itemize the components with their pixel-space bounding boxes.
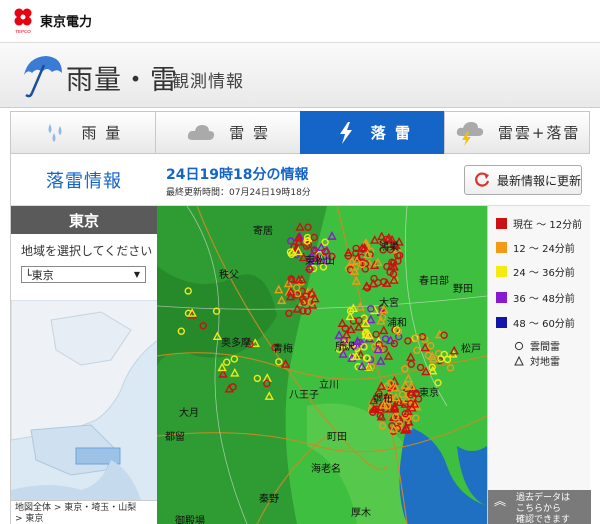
tab-rainfall[interactable]: 雨 量 bbox=[10, 111, 155, 154]
tab-cloud-and-strike-label: 雷雲+落雷 bbox=[497, 124, 581, 142]
chevron-up-icon: ︽ bbox=[494, 494, 507, 508]
map-label: 寄居 bbox=[253, 226, 273, 237]
tepco-logo-icon[interactable]: TEPCO bbox=[12, 7, 34, 35]
region-select[interactable]: └東京 ▼ bbox=[21, 266, 146, 283]
left-panel: 落雷情報 東京 地域を選択してください └東京 ▼ 地図全体 > 東京・埼玉・山… bbox=[10, 154, 158, 524]
legend-label: 雲間雷 bbox=[530, 342, 560, 353]
legend-item: 48 ～ 60分前 bbox=[496, 315, 575, 330]
map-label: 八王子 bbox=[289, 390, 319, 401]
legend-panel: 現在 ～ 12分前 12 ～ 24分前 24 ～ 36分前 36 ～ 48分前 … bbox=[487, 206, 591, 524]
last-updated: 最終更新時間：07月24日19時18分 bbox=[166, 188, 311, 198]
legend-label: 対地雷 bbox=[530, 357, 560, 368]
legend-label: 現在 ～ 12分前 bbox=[513, 220, 583, 231]
tab-thundercloud-label: 雷 雲 bbox=[229, 124, 271, 142]
tab-cloud-and-strike[interactable]: 雷雲+落雷 bbox=[444, 111, 590, 154]
page-subtitle: 観測情報 bbox=[172, 72, 244, 92]
breadcrumb[interactable]: 地図全体 > 東京・埼玉・山梨 > 東京 bbox=[11, 500, 158, 524]
legend-swatch bbox=[496, 266, 507, 277]
legend-label: 12 ～ 24分前 bbox=[513, 244, 575, 255]
map-label: 秦野 bbox=[259, 494, 279, 505]
brand-bar: TEPCO 東京電力 bbox=[0, 0, 600, 42]
legend-label: 36 ～ 48分前 bbox=[513, 294, 575, 305]
refresh-label: 最新情報に更新 bbox=[497, 173, 582, 188]
map-label: 調布 bbox=[373, 394, 393, 405]
info-title: 24日19時18分の情報 bbox=[166, 167, 309, 183]
map-label: 大宮 bbox=[379, 298, 399, 309]
legend-item: 対地雷 bbox=[514, 353, 560, 368]
umbrella-icon bbox=[24, 56, 62, 98]
refresh-icon bbox=[475, 172, 490, 187]
section-title: 落雷情報 bbox=[11, 154, 157, 206]
legend-label: 24 ～ 36分前 bbox=[513, 268, 575, 279]
legend-item: 36 ～ 48分前 bbox=[496, 290, 575, 305]
tab-bar: 雨 量 雷 雲 落 雷 雷雲+落雷 bbox=[10, 111, 590, 154]
circle-marker-icon bbox=[514, 341, 524, 350]
past-data-text-3: 確認できます bbox=[516, 515, 571, 524]
triangle-marker-icon bbox=[514, 355, 524, 365]
dropdown-arrow-icon: ▼ bbox=[133, 270, 140, 279]
tab-lightning-strike[interactable]: 落 雷 bbox=[299, 111, 445, 154]
map-label: 厚木 bbox=[351, 508, 371, 519]
tepco-logo-text: TEPCO bbox=[15, 29, 31, 34]
map-label: 所沢 bbox=[335, 342, 355, 353]
tab-rainfall-label: 雨 量 bbox=[81, 124, 123, 142]
legend-swatch bbox=[496, 317, 507, 328]
tab-thundercloud[interactable]: 雷 雲 bbox=[154, 111, 300, 154]
region-select-value: └東京 bbox=[25, 268, 54, 282]
cloud-icon bbox=[188, 124, 215, 140]
tab-lightning-strike-label: 落 雷 bbox=[370, 124, 412, 142]
minimap-shapes bbox=[11, 300, 158, 524]
legend-item: 12 ～ 24分前 bbox=[496, 240, 575, 255]
legend-item: 24 ～ 36分前 bbox=[496, 264, 575, 279]
map-label: 東京 bbox=[419, 388, 439, 399]
brand-name[interactable]: 東京電力 bbox=[40, 11, 92, 30]
raindrops-icon bbox=[48, 123, 62, 142]
map-label: 海老名 bbox=[311, 464, 341, 475]
past-data-text-2: こちらから bbox=[516, 504, 562, 514]
map-label: 奥多摩 bbox=[221, 338, 251, 349]
map-label: 松戸 bbox=[461, 344, 481, 355]
map-label: 都留 bbox=[165, 432, 185, 443]
legend-item: 雲間雷 bbox=[514, 338, 560, 353]
map-label: 立川 bbox=[319, 380, 339, 391]
lightning-icon bbox=[339, 121, 352, 144]
legend-swatch bbox=[496, 242, 507, 253]
storm-cloud-icon bbox=[456, 121, 483, 146]
region-header: 東京 bbox=[11, 206, 157, 234]
info-header: 24日19時18分の情報 最終更新時間：07月24日19時18分 最新情報に更新 bbox=[157, 154, 590, 206]
map-label: 浦和 bbox=[387, 318, 407, 329]
map-label: 青梅 bbox=[273, 344, 293, 355]
past-data-link[interactable]: ︽ 過去データは こちらから 確認できます bbox=[488, 490, 591, 524]
legend-item: 現在 ～ 12分前 bbox=[496, 216, 582, 231]
past-data-text-1: 過去データは bbox=[516, 493, 571, 503]
map-label: 野田 bbox=[453, 284, 473, 295]
map-label: 秩父 bbox=[219, 270, 239, 281]
map-label: 大月 bbox=[179, 408, 199, 419]
legend-swatch bbox=[496, 218, 507, 229]
lightning-map[interactable]: 寄居 秩父 東松山 鴻巣 大宮 春日部 野田 浦和 奥多摩 青梅 所沢 松戸 立… bbox=[157, 206, 487, 524]
legend-label: 48 ～ 60分前 bbox=[513, 319, 575, 330]
region-minimap[interactable]: 地図全体 > 東京・埼玉・山梨 > 東京 bbox=[11, 300, 158, 524]
map-label: 御殿場 bbox=[175, 516, 205, 524]
page-title: 雨量・雷 bbox=[66, 65, 178, 96]
map-label: 町田 bbox=[327, 432, 347, 443]
legend-swatch bbox=[496, 292, 507, 303]
region-prompt: 地域を選択してください bbox=[21, 244, 153, 258]
breadcrumb-line-1[interactable]: 地図全体 > 東京・埼玉・山梨 bbox=[15, 503, 154, 514]
map-label: 鴻巣 bbox=[379, 242, 399, 253]
refresh-button[interactable]: 最新情報に更新 bbox=[464, 165, 582, 195]
title-band: 雨量・雷 観測情報 bbox=[0, 42, 600, 108]
map-label: 東松山 bbox=[305, 256, 335, 267]
breadcrumb-line-2[interactable]: > 東京 bbox=[15, 514, 154, 524]
map-label: 春日部 bbox=[419, 276, 449, 287]
